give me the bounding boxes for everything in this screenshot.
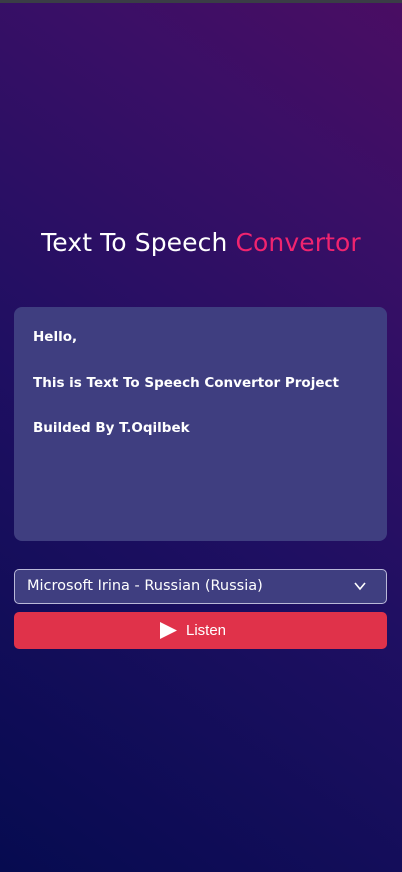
play-icon [159,622,177,639]
voice-select-value: Microsoft Irina - Russian (Russia) [27,578,263,594]
text-line: Hello, [33,329,78,345]
voice-select[interactable]: Microsoft Irina - Russian (Russia) [14,569,387,604]
chevron-down-icon [354,582,366,591]
text-input-area[interactable]: Hello, This is Text To Speech Convertor … [14,307,387,541]
text-line: This is Text To Speech Convertor Project [33,374,339,391]
title-accent: Convertor [235,228,361,257]
page-title: Text To Speech Convertor [0,228,402,257]
window-top-edge [0,0,402,3]
listen-button-label: Listen [185,622,227,639]
text-line: Builded By T.Oqilbek [33,420,190,436]
title-main: Text To Speech [41,228,236,257]
listen-button[interactable]: Listen [14,612,387,649]
